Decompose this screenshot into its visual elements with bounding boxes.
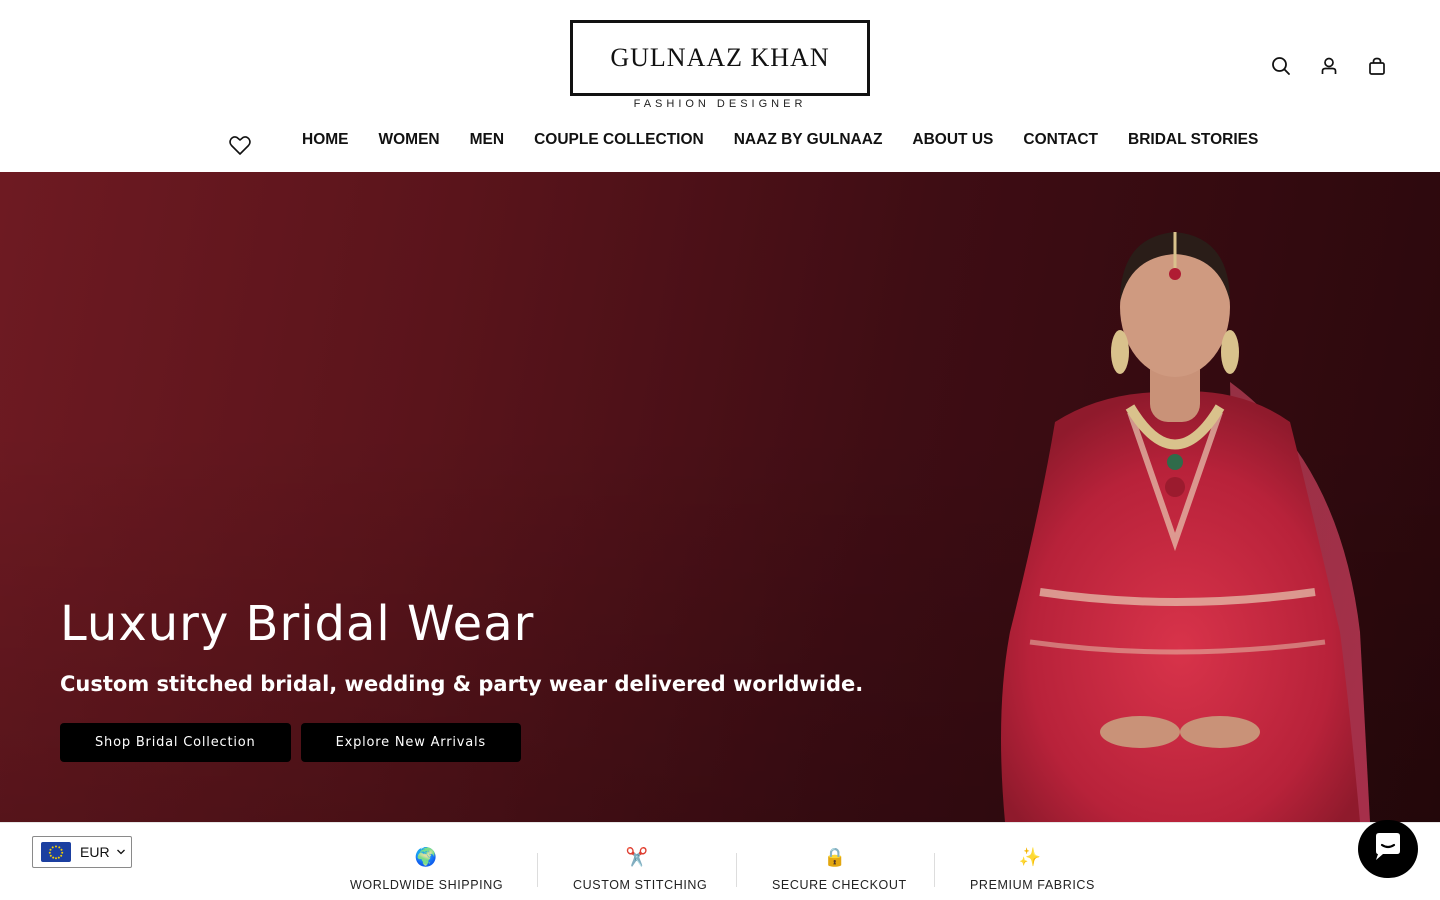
feature-worldwide-shipping: 🌍 WORLDWIDE SHIPPING — [350, 845, 504, 892]
feature-custom-stitching: ✂️ CUSTOM STITCHING — [573, 845, 708, 892]
currency-code: EUR — [80, 844, 110, 860]
feature-label: SECURE CHECKOUT — [772, 878, 907, 892]
cart-icon[interactable] — [1366, 55, 1388, 77]
feature-label: WORLDWIDE SHIPPING — [350, 878, 504, 892]
feature-label: CUSTOM STITCHING — [573, 878, 708, 892]
hero-title: Luxury Bridal Wear — [60, 596, 535, 652]
feature-premium-fabrics: ✨ PREMIUM FABRICS — [970, 845, 1095, 892]
header-icons — [1270, 55, 1388, 77]
account-icon[interactable] — [1318, 55, 1340, 77]
divider — [537, 853, 538, 887]
globe-icon: 🌍 — [414, 847, 438, 867]
feature-label: PREMIUM FABRICS — [970, 878, 1095, 892]
nav-item-men[interactable]: MEN — [470, 131, 504, 149]
nav-item-contact[interactable]: CONTACT — [1023, 131, 1098, 149]
hero-subtitle: Custom stitched bridal, wedding & party … — [60, 672, 864, 696]
logo-tagline: FASHION DESIGNER — [633, 98, 807, 110]
shop-bridal-collection-button[interactable]: Shop Bridal Collection — [60, 723, 291, 762]
nav-item-home[interactable]: HOME — [302, 131, 349, 149]
site-header: GULNAAZ KHAN FASHION DESIGNER HOME WOMEN… — [0, 0, 1440, 172]
sparkles-icon: ✨ — [1018, 847, 1042, 867]
hero-banner: Luxury Bridal Wear Custom stitched brida… — [0, 172, 1440, 822]
lock-icon: 🔒 — [823, 847, 847, 867]
chevron-down-icon — [116, 843, 126, 861]
chat-button[interactable] — [1358, 820, 1418, 878]
nav-item-couple-collection[interactable]: COUPLE COLLECTION — [534, 131, 704, 149]
search-icon[interactable] — [1270, 55, 1292, 77]
logo-name: GULNAAZ KHAN — [610, 43, 830, 72]
main-nav: HOME WOMEN MEN COUPLE COLLECTION NAAZ BY… — [302, 131, 1258, 149]
hero-model-image — [1001, 232, 1370, 822]
wishlist-heart-icon[interactable] — [228, 134, 252, 156]
brand-logo[interactable]: GULNAAZ KHAN FASHION DESIGNER — [570, 20, 870, 112]
currency-selector[interactable]: EUR — [32, 836, 132, 868]
scissors-icon: ✂️ — [625, 847, 649, 867]
eu-flag-icon — [41, 842, 71, 862]
logo-box: GULNAAZ KHAN — [570, 20, 870, 96]
divider — [736, 853, 737, 887]
explore-new-arrivals-button[interactable]: Explore New Arrivals — [300, 723, 521, 762]
chat-bubble-icon — [1371, 832, 1405, 867]
hero-buttons: Shop Bridal Collection Explore New Arriv… — [60, 723, 521, 762]
divider — [934, 853, 935, 887]
nav-item-bridal-stories[interactable]: BRIDAL STORIES — [1128, 131, 1258, 149]
nav-item-naaz-by-gulnaaz[interactable]: NAAZ BY GULNAAZ — [734, 131, 883, 149]
nav-item-about-us[interactable]: ABOUT US — [912, 131, 993, 149]
features-bar: 🌍 WORLDWIDE SHIPPING ✂️ CUSTOM STITCHING… — [0, 822, 1440, 900]
feature-secure-checkout: 🔒 SECURE CHECKOUT — [772, 845, 907, 892]
nav-item-women[interactable]: WOMEN — [379, 131, 440, 149]
